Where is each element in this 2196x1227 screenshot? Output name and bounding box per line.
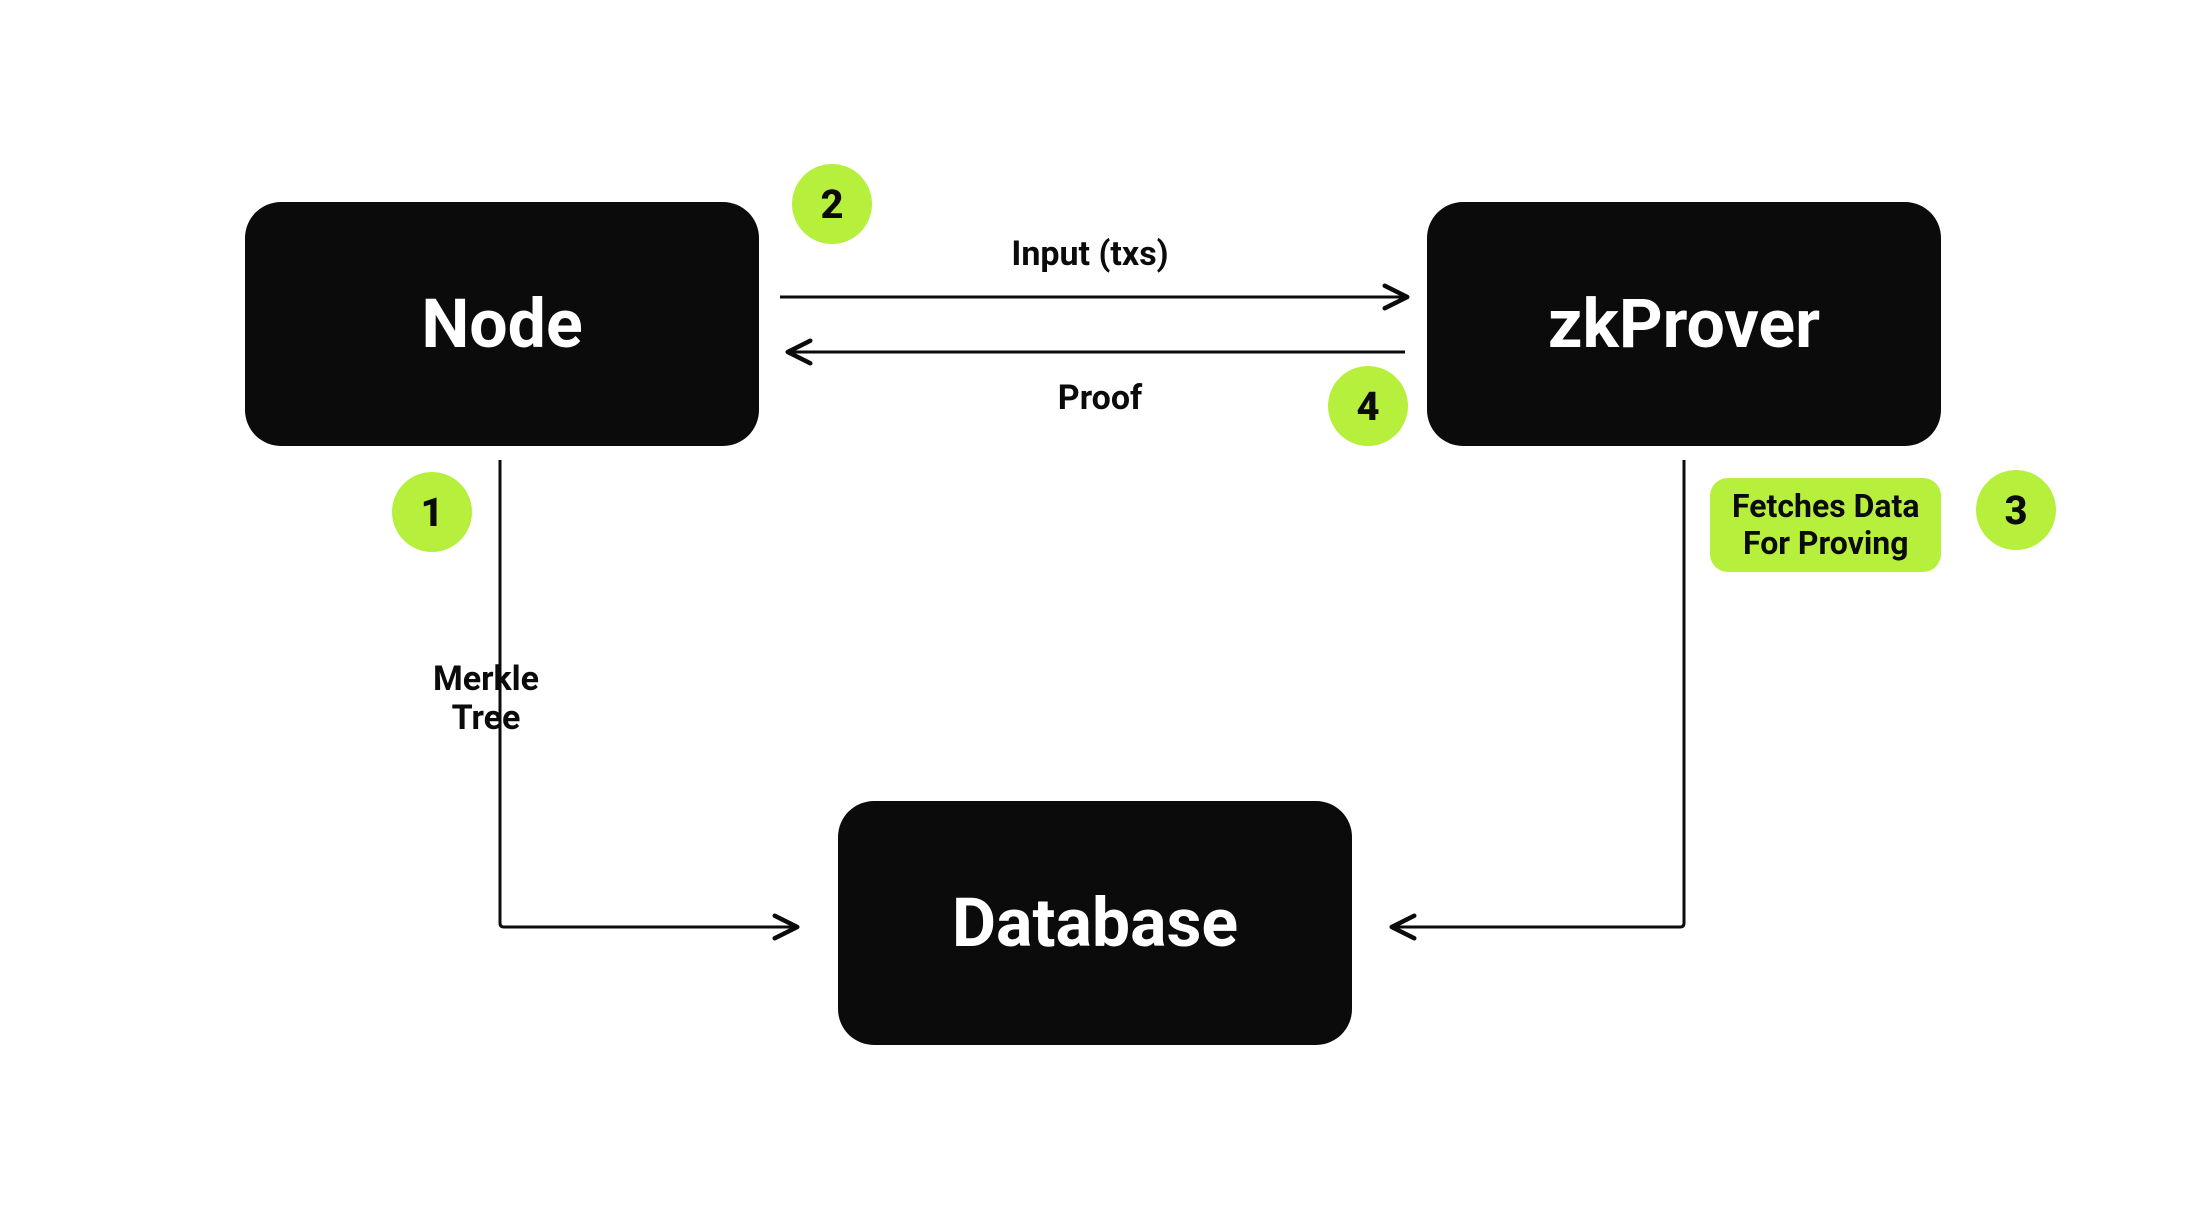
step-2-badge: 2 (792, 164, 872, 244)
proof-label: Proof (1000, 378, 1200, 418)
node-box: Node (245, 202, 759, 446)
database-box: Database (838, 801, 1352, 1045)
fetches-data-text: Fetches DataFor Proving (1732, 487, 1919, 562)
step-2-number: 2 (820, 181, 843, 228)
step-4-number: 4 (1356, 383, 1379, 430)
fetches-data-pill: Fetches DataFor Proving (1710, 478, 1941, 572)
node-label: Node (421, 284, 582, 364)
input-txs-label: Input (txs) (960, 234, 1220, 274)
step-1-number: 1 (420, 489, 443, 536)
step-3-number: 3 (2004, 487, 2027, 534)
step-3-badge: 3 (1976, 470, 2056, 550)
step-1-badge: 1 (392, 472, 472, 552)
database-label: Database (952, 883, 1238, 963)
merkle-tree-label: MerkleTree (416, 660, 556, 738)
zkprover-box: zkProver (1427, 202, 1941, 446)
edge-fetches-data (1394, 460, 1684, 927)
diagram-canvas: Node zkProver Database 1 2 3 4 Fetches D… (0, 0, 2196, 1227)
zkprover-label: zkProver (1548, 284, 1820, 364)
step-4-badge: 4 (1328, 366, 1408, 446)
